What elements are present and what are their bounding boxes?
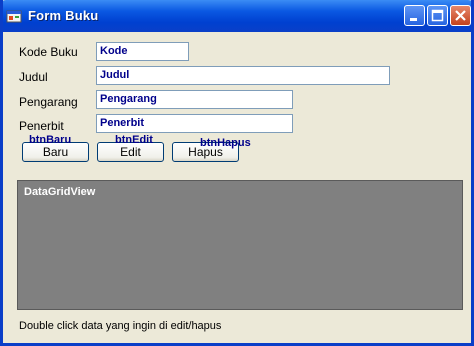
btn-hapus-name-label: btnHapus [200, 137, 251, 149]
form-buku-window: Form Buku Kode Buku Kode Judul Judul Pen… [0, 0, 474, 346]
kode-buku-label: Kode Buku [19, 45, 78, 59]
judul-label: Judul [19, 70, 48, 84]
maximize-icon[interactable] [427, 5, 448, 26]
data-grid-view-label: DataGridView [24, 186, 96, 198]
btn-baru-name-label: btnBaru [29, 134, 72, 146]
btn-edit-name-label: btnEdit [115, 134, 153, 146]
pengarang-input[interactable]: Pengarang [96, 90, 293, 109]
title-bar[interactable]: Form Buku [3, 0, 471, 32]
data-grid-view[interactable]: DataGridView [17, 180, 463, 310]
penerbit-input[interactable]: Penerbit [96, 114, 293, 133]
pengarang-label: Pengarang [19, 95, 78, 109]
instruction-text: Double click data yang ingin di edit/hap… [19, 320, 222, 332]
window-title: Form Buku [28, 8, 99, 23]
close-icon[interactable] [450, 5, 471, 26]
kode-buku-input[interactable]: Kode [96, 42, 189, 61]
form-app-icon[interactable] [6, 8, 22, 24]
judul-input[interactable]: Judul [96, 66, 390, 85]
penerbit-label: Penerbit [19, 119, 64, 133]
minimize-icon[interactable] [404, 5, 425, 26]
